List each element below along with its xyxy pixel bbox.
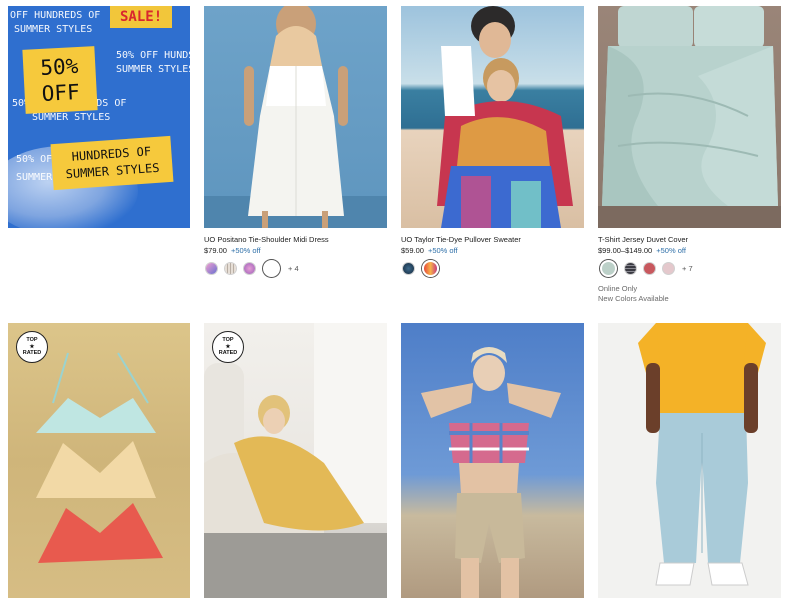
color-swatch-selected[interactable]	[600, 259, 617, 277]
product-image-plaid-top[interactable]	[401, 323, 584, 598]
product-name[interactable]: T-Shirt Jersey Duvet Cover	[598, 235, 688, 244]
cardigan-illustration	[204, 323, 387, 598]
discount-label: +50% off	[656, 246, 686, 255]
price-value: $59.00	[401, 246, 424, 255]
color-swatch[interactable]	[625, 262, 636, 274]
product-price: $99.00–$149.00 +50% off	[598, 246, 686, 255]
product-price: $79.00 +50% off	[204, 246, 261, 255]
promo-bg-text: SUMMER STYLES	[32, 112, 111, 123]
color-swatch[interactable]	[644, 262, 655, 274]
product-image-bralettes[interactable]: TOP ★ RATED	[8, 323, 190, 598]
promo-banner[interactable]: OFF HUNDREDS OF SUMMER STYLES 50% OFF HU…	[8, 6, 190, 228]
product-image-duvet[interactable]	[598, 6, 781, 228]
discount-label: +50% off	[230, 246, 261, 255]
new-colors-label: New Colors Available	[598, 294, 669, 303]
promo-sale-label: SALE!	[110, 6, 173, 28]
sweater-illustration	[437, 6, 573, 228]
product-image-sweater[interactable]	[401, 6, 584, 228]
duvet-illustration	[598, 6, 781, 228]
color-swatch[interactable]	[206, 262, 217, 274]
color-swatch[interactable]	[403, 262, 414, 274]
promo-bg-text: SUMMER STYLES	[14, 24, 93, 35]
promo-bg-text: OFF HUNDREDS OF	[10, 10, 101, 21]
product-name[interactable]: UO Taylor Tie-Dye Pullover Sweater	[401, 235, 521, 244]
product-image-cardigan[interactable]: TOP ★ RATED	[204, 323, 387, 598]
more-colors-link[interactable]: + 4	[288, 264, 299, 273]
promo-bg-text: SUMMER STYLES	[116, 64, 190, 75]
bralettes-illustration	[36, 352, 163, 563]
more-colors-link[interactable]: + 7	[682, 264, 693, 273]
swatch-list: + 4	[206, 259, 299, 277]
promo-off-label: 50% OFF	[22, 46, 98, 114]
price-value: $99.00–$149.00	[598, 246, 653, 255]
pants-illustration	[638, 323, 766, 586]
discount-label: +50% off	[427, 246, 458, 255]
top-rated-badge: TOP ★ RATED	[16, 331, 48, 363]
price-value: $79.00	[204, 246, 227, 255]
color-swatch[interactable]	[663, 262, 674, 274]
dress-illustration	[204, 6, 387, 228]
color-swatch-selected[interactable]	[263, 259, 280, 277]
promo-bg-text: 50% OFF HUNDS	[116, 50, 190, 61]
color-swatch[interactable]	[225, 262, 236, 274]
swatch-list	[403, 259, 439, 277]
top-rated-badge: TOP ★ RATED	[212, 331, 244, 363]
product-image-dress[interactable]	[204, 6, 387, 228]
promo-styles-label: HUNDREDS OF SUMMER STYLES	[50, 135, 174, 191]
plaid-top-illustration	[421, 347, 561, 598]
product-image-pants[interactable]	[598, 323, 781, 598]
online-only-label: Online Only	[598, 284, 638, 293]
product-name[interactable]: UO Positano Tie-Shoulder Midi Dress	[204, 235, 329, 244]
color-swatch-selected[interactable]	[422, 259, 439, 277]
product-meta: Online Only New Colors Available	[598, 284, 669, 304]
color-swatch[interactable]	[244, 262, 255, 274]
product-price: $59.00 +50% off	[401, 246, 458, 255]
swatch-list: + 7	[600, 259, 693, 277]
